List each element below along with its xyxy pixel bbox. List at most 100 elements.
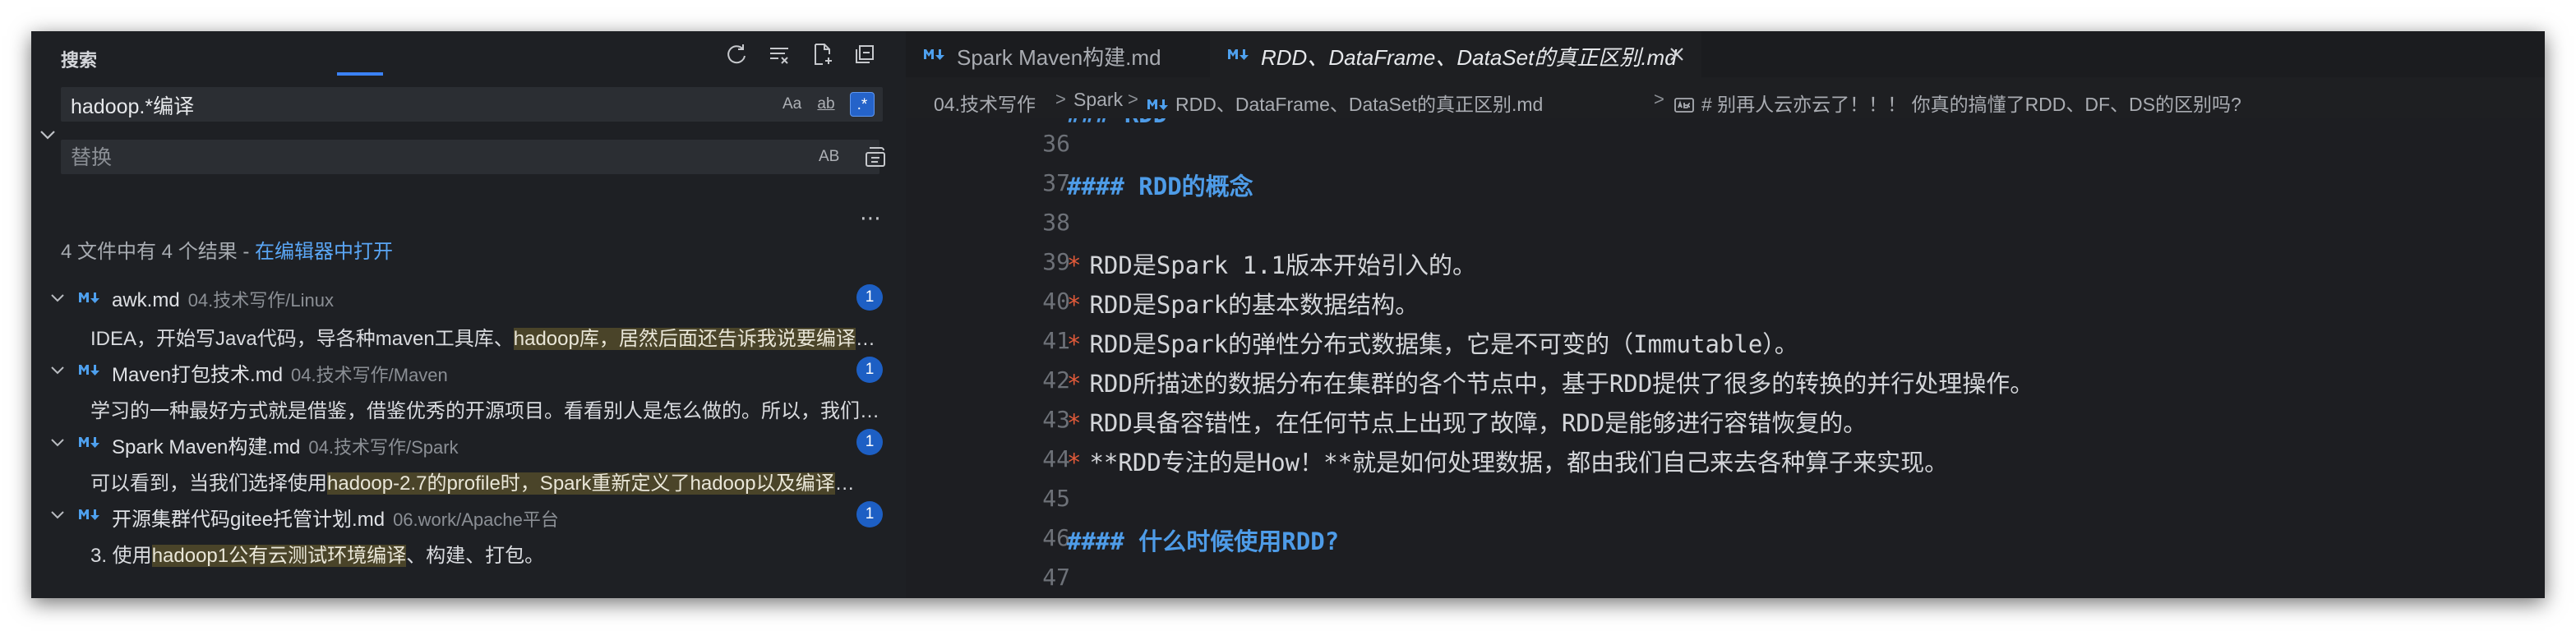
preserve-case-toggle[interactable]: AB xyxy=(815,145,843,169)
line-number: 40 xyxy=(1042,288,1070,315)
code-line-text: RDD是Spark的弹性分布式数据集，它是不可变的（Immutable）。 xyxy=(1089,330,1798,358)
open-in-editor-link[interactable]: 在编辑器中打开 xyxy=(255,241,393,263)
chevron-down-icon[interactable] xyxy=(48,504,67,524)
code-editor[interactable]: ### RDD 36 37 #### RDD的概念 38 39 *RDD是Spa… xyxy=(906,118,2545,598)
result-file-path: 04.技术写作/Maven xyxy=(291,365,448,385)
list-bullet: * xyxy=(1067,251,1082,279)
markdown-file-icon xyxy=(922,46,947,62)
refresh-icon[interactable] xyxy=(723,41,750,67)
search-input[interactable] xyxy=(69,87,746,123)
tab-label: Spark Maven构建.md xyxy=(957,45,1161,70)
chevron-down-icon[interactable] xyxy=(48,360,67,380)
search-input-box: Aa ab .* xyxy=(61,87,883,123)
markdown-file-icon xyxy=(77,289,102,306)
match-context-after: 、构建、打包。 xyxy=(406,545,545,567)
collapse-all-icon[interactable] xyxy=(852,41,878,67)
chevron-down-icon[interactable] xyxy=(48,432,67,452)
markdown-file-icon xyxy=(77,362,102,378)
match-count-badge: 1 xyxy=(856,429,883,455)
result-file-row[interactable]: Maven打包技术.md 04.技术写作/Maven 1 xyxy=(31,352,906,388)
clear-results-icon[interactable] xyxy=(766,41,792,67)
code-line: 41 * RDD是Spark的弹性分布式数据集，它是不可变的（Immutable）… xyxy=(906,319,2545,358)
markdown-file-icon xyxy=(77,434,102,450)
list-bullet: * xyxy=(1067,370,1082,398)
list-bullet: * xyxy=(1067,409,1082,437)
match-count-badge: 1 xyxy=(856,284,883,311)
match-context-after: … xyxy=(855,328,875,350)
breadcrumb-symbol[interactable]: # 别再人云亦云了！！！ 你真的搞懂了RDD、DF、DS的区别吗? xyxy=(1673,89,2241,117)
active-indicator xyxy=(337,72,383,76)
replace-all-icon[interactable] xyxy=(861,143,889,171)
breadcrumb-folder[interactable]: 04.技术写作 xyxy=(934,89,1036,117)
chevron-down-icon[interactable] xyxy=(48,288,67,307)
code-line: 45 xyxy=(906,477,2545,516)
match-highlight: hadoop1公有云测试环境编译 xyxy=(151,545,407,567)
match-case-toggle[interactable]: Aa xyxy=(779,92,805,117)
breadcrumb-separator-icon: > xyxy=(1055,89,1066,109)
result-file-name: Maven打包技术.md xyxy=(112,364,284,386)
line-number: 37 xyxy=(1042,169,1070,196)
result-match-line[interactable]: 3. 使用hadoop1公有云测试环境编译、构建、打包。 xyxy=(90,532,903,569)
code-line-text: #### RDD的概念 xyxy=(1067,173,1253,200)
result-file-path: 04.技术写作/Spark xyxy=(308,437,459,458)
breadcrumb-file-name: RDD、DataFrame、DataSet的真正区别.md xyxy=(1175,94,1544,115)
toggle-replace-chevron-icon[interactable] xyxy=(36,123,59,146)
match-count-badge: 1 xyxy=(856,357,883,383)
result-file-name: Spark Maven构建.md xyxy=(112,436,301,458)
breadcrumb-folder[interactable]: Spark xyxy=(1073,89,1123,111)
sidebar-title: 搜索 xyxy=(61,50,98,71)
use-regex-toggle[interactable]: .* xyxy=(850,92,875,117)
result-match-line[interactable]: 学习的一种最好方式就是借鉴，借鉴优秀的开源项目。看看别人是怎么做的。所以，我们来… xyxy=(90,388,903,424)
match-highlight: hadoop库，居然后面还告诉我说要编译 xyxy=(513,328,856,350)
list-bullet: * xyxy=(1067,291,1082,319)
tab-rdd-dataframe[interactable]: RDD、DataFrame、DataSet的真正区别.md xyxy=(1210,31,1701,77)
tab-spark-maven[interactable]: Spark Maven构建.md xyxy=(906,31,1210,77)
result-match-line[interactable]: IDEA，开始写Java代码，导各种maven工具库、hadoop库，居然后面还… xyxy=(90,316,903,352)
result-file-row[interactable]: awk.md 04.技术写作/Linux 1 xyxy=(31,279,906,316)
match-context: 可以看到，当我们选择使用 xyxy=(90,472,327,495)
breadcrumb-file[interactable]: RDD、DataFrame、DataSet的真正区别.md xyxy=(1146,89,1543,117)
breadcrumb-separator-icon: > xyxy=(1654,89,1664,109)
result-file-name: 开源集群代码gitee托管计划.md xyxy=(112,509,385,531)
code-line: 46 #### 什么时候使用RDD? xyxy=(906,516,2545,555)
editor-window: 搜索 hadoop.*编译 Aa ab .* 替换 AB ⋯ 4 文件中有 4 … xyxy=(31,31,2545,598)
code-line-text: **RDD专注的是How！**就是如何处理数据，都由我们自己来去各种算子来实现。 xyxy=(1089,449,1949,477)
close-icon[interactable] xyxy=(1665,43,1688,66)
result-match-line[interactable]: 可以看到，当我们选择使用hadoop-2.7的profile时，Spark重新定… xyxy=(90,460,903,496)
breadcrumb-symbol-label: # 别再人云亦云了！！！ 你真的搞懂了RDD、DF、DS的区别吗? xyxy=(1701,94,2241,115)
code-line-text: RDD是Spark 1.1版本开始引入的。 xyxy=(1089,251,1476,279)
code-line-text: RDD所描述的数据分布在集群的各个节点中，基于RDD提供了很多的转换的并行处理操… xyxy=(1089,370,2034,398)
code-line-text: RDD是Spark的基本数据结构。 xyxy=(1089,291,1420,319)
replace-input-box: AB xyxy=(61,140,879,176)
match-context: 3. 使用 xyxy=(90,545,152,567)
code-line: 43 * RDD具备容错性，在任何节点上出现了故障，RDD是能够进行容错恢复的。 xyxy=(906,398,2545,437)
code-line: 42 * RDD所描述的数据分布在集群的各个节点中，基于RDD提供了很多的转换的并… xyxy=(906,358,2545,398)
line-number: 45 xyxy=(1042,485,1070,512)
new-search-editor-icon[interactable] xyxy=(809,41,835,67)
code-line-text: RDD具备容错性，在任何节点上出现了故障，RDD是能够进行容错恢复的。 xyxy=(1089,409,1867,437)
result-file-row[interactable]: Spark Maven构建.md 04.技术写作/Spark 1 xyxy=(31,424,906,460)
line-number: 38 xyxy=(1042,209,1070,236)
code-line: 36 xyxy=(906,122,2545,161)
replace-input[interactable] xyxy=(69,140,746,176)
line-number: 39 xyxy=(1042,248,1070,275)
markdown-file-icon xyxy=(77,506,102,523)
results-summary-text: 4 文件中有 4 个结果 - xyxy=(61,241,256,263)
code-line: 39 * RDD是Spark 1.1版本开始引入的。 xyxy=(906,240,2545,279)
code-line: 37 #### RDD的概念 xyxy=(906,161,2545,200)
line-number: 44 xyxy=(1042,445,1070,472)
code-line: 40 * RDD是Spark的基本数据结构。 xyxy=(906,279,2545,319)
line-number: 46 xyxy=(1042,524,1070,551)
match-context-after: … xyxy=(834,472,855,495)
line-number: 41 xyxy=(1042,327,1070,354)
result-file-row[interactable]: 开源集群代码gitee托管计划.md 06.work/Apache平台 1 xyxy=(31,496,906,532)
result-file-path: 04.技术写作/Linux xyxy=(187,290,334,311)
more-options-icon[interactable]: ⋯ xyxy=(860,205,882,231)
code-line-text: #### 什么时候使用RDD? xyxy=(1067,527,1340,555)
results-summary: 4 文件中有 4 个结果 - 在编辑器中打开 xyxy=(61,235,393,264)
tab-label: RDD、DataFrame、DataSet的真正区别.md xyxy=(1261,45,1677,70)
match-whole-word-toggle[interactable]: ab xyxy=(814,92,838,117)
breadcrumb-separator-icon: > xyxy=(1128,89,1138,109)
search-sidebar: 搜索 hadoop.*编译 Aa ab .* 替换 AB ⋯ 4 文件中有 4 … xyxy=(31,31,906,598)
code-line: 47 xyxy=(906,555,2545,595)
